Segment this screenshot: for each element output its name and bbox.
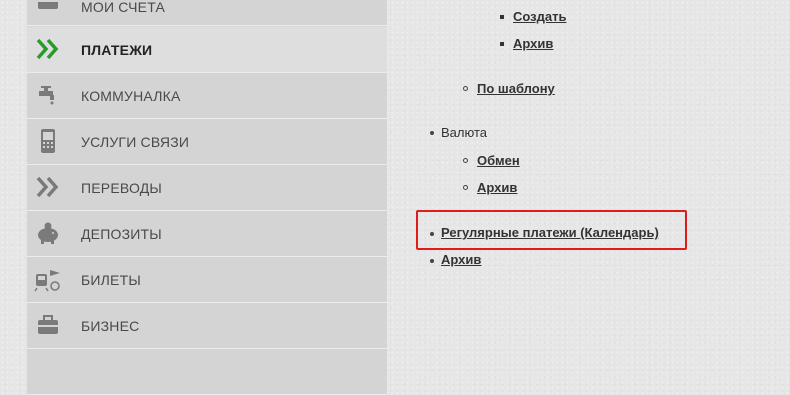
list-bullet [500, 42, 504, 46]
by-template-link[interactable]: По шаблону [477, 81, 555, 96]
list-bullet [500, 15, 504, 19]
list-bullet [463, 86, 468, 91]
archive-link[interactable]: Архив [513, 36, 553, 51]
list-bullet [430, 131, 434, 135]
list-bullet [430, 259, 434, 263]
list-bullet [463, 185, 468, 190]
create-link[interactable]: Создать [513, 9, 566, 24]
currency-archive-link[interactable]: Архив [477, 180, 517, 195]
list-bullet [463, 158, 468, 163]
exchange-link[interactable]: Обмен [477, 153, 520, 168]
highlight-box [416, 210, 687, 250]
currency-label: Валюта [441, 125, 487, 140]
archive-link[interactable]: Архив [441, 252, 481, 267]
main-content: Создать Архив По шаблону Валюта Обмен Ар… [0, 0, 790, 359]
